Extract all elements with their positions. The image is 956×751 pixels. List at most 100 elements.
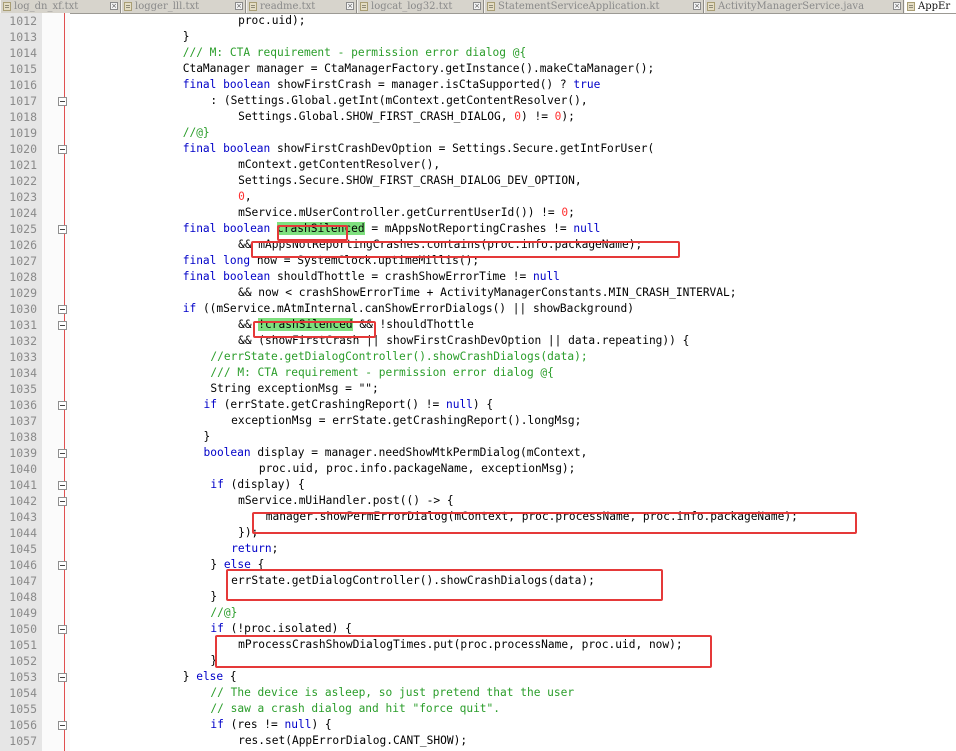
line-number: 1054 <box>9 686 37 700</box>
code-token: showFirstCrashDevOption = Settings.Secur… <box>270 142 655 155</box>
fold-collapse-icon[interactable] <box>58 561 67 570</box>
line-number: 1016 <box>9 78 37 92</box>
fold-collapse-icon[interactable] <box>58 401 67 410</box>
document-icon <box>360 2 368 11</box>
code-token: ); <box>561 110 575 123</box>
red-annotation-box <box>215 635 712 668</box>
line-number: 1053 <box>9 670 37 684</box>
code-line[interactable]: 1019 //@} <box>0 125 956 141</box>
code-line[interactable]: 1057 res.set(AppErrorDialog.CANT_SHOW); <box>0 733 956 749</box>
code-line[interactable]: 1022 Settings.Secure.SHOW_FIRST_CRASH_DIA… <box>0 173 956 189</box>
code-line[interactable]: 1015 CtaManager manager = CtaManagerFacto… <box>0 61 956 77</box>
code-line[interactable]: 1016 final boolean showFirstCrash = manag… <box>0 77 956 93</box>
fold-collapse-icon[interactable] <box>58 625 67 634</box>
line-number: 1018 <box>9 110 37 124</box>
code-line[interactable]: 1053} else { <box>0 669 956 685</box>
fold-collapse-icon[interactable] <box>58 497 67 506</box>
code-line[interactable]: 1028 final boolean shouldThottle = crashS… <box>0 269 956 285</box>
fold-collapse-icon[interactable] <box>58 321 67 330</box>
close-icon[interactable]: × <box>110 2 118 10</box>
tab-logcat-log32-txt[interactable]: logcat_log32.txt × <box>357 0 484 13</box>
code-line[interactable]: 1012 proc.uid); <box>0 13 956 29</box>
code-line[interactable]: 1025 final boolean crashSilenced = mAppsN… <box>0 221 956 237</box>
fold-collapse-icon[interactable] <box>58 97 67 106</box>
fold-collapse-icon[interactable] <box>58 481 67 490</box>
tab-logger-lll-txt[interactable]: logger_lll.txt × <box>121 0 246 13</box>
code-text: return; <box>231 541 278 557</box>
keyword: if <box>210 718 224 731</box>
close-icon[interactable]: × <box>693 2 701 10</box>
fold-collapse-icon[interactable] <box>58 721 67 730</box>
number-literal: 0 <box>238 190 245 203</box>
code-line[interactable]: 1017: (Settings.Global.getInt(mContext.g… <box>0 93 956 109</box>
comment: // saw a crash dialog and hit "force qui… <box>210 702 501 715</box>
code-line[interactable]: 1038} <box>0 429 956 445</box>
code-token: proc.uid); <box>238 14 306 27</box>
code-token: } <box>210 590 218 603</box>
code-line[interactable]: 1029 && now < crashShowErrorTime + Activi… <box>0 285 956 301</box>
code-line[interactable]: 1054 // The device is asleep, so just pre… <box>0 685 956 701</box>
code-line[interactable]: 1042 mService.mUiHandler.post(() -> { <box>0 493 956 509</box>
code-line[interactable]: 1023 0, <box>0 189 956 205</box>
code-text: proc.uid); <box>238 13 305 29</box>
code-line[interactable]: 1045 return; <box>0 541 956 557</box>
close-icon[interactable]: × <box>893 2 901 10</box>
tab-label: StatementServiceApplication.kt <box>498 1 660 12</box>
tab-activitymanagerservice-java[interactable]: ActivityManagerService.java × <box>704 0 904 13</box>
code-line[interactable]: 1037 exceptionMsg = errState.getCrashingR… <box>0 413 956 429</box>
keyword: final long <box>182 254 251 267</box>
line-number: 1046 <box>9 558 37 572</box>
code-text: } <box>183 29 190 45</box>
code-text: Settings.Secure.SHOW_FIRST_CRASH_DIALOG_… <box>238 173 582 189</box>
line-number: 1049 <box>9 606 37 620</box>
tab-statementserviceapplication-kt[interactable]: StatementServiceApplication.kt × <box>484 0 704 13</box>
code-line[interactable]: 1049 //@} <box>0 605 956 621</box>
code-line[interactable]: 1033 //errState.getDialogController().sho… <box>0 349 956 365</box>
document-icon <box>707 2 715 11</box>
close-icon[interactable]: × <box>346 2 354 10</box>
line-number: 1027 <box>9 254 37 268</box>
fold-collapse-icon[interactable] <box>58 305 67 314</box>
tab-readme-txt[interactable]: readme.txt × <box>246 0 357 13</box>
code-line[interactable]: 1021 mContext.getContentResolver(), <box>0 157 956 173</box>
line-number: 1033 <box>9 350 37 364</box>
tab-bar: log_dn_xf.txt × logger_lll.txt × readme.txt ×… <box>0 0 956 14</box>
code-line[interactable]: 1031 && !crashSilenced && !shouldThottle <box>0 317 956 333</box>
fold-collapse-icon[interactable] <box>58 225 67 234</box>
code-line[interactable]: 1020 final boolean showFirstCrashDevOptio… <box>0 141 956 157</box>
code-line[interactable]: 1040 proc.uid, proc.info.packageName, exc… <box>0 461 956 477</box>
line-number: 1045 <box>9 542 37 556</box>
code-token: res.set(AppErrorDialog.CANT_SHOW); <box>238 734 468 747</box>
code-text: } <box>203 429 210 445</box>
fold-collapse-icon[interactable] <box>58 449 67 458</box>
code-line[interactable]: 1055 // saw a crash dialog and hit "force… <box>0 701 956 717</box>
code-line[interactable]: 1041 if (display) { <box>0 477 956 493</box>
close-icon[interactable]: × <box>235 2 243 10</box>
code-line[interactable]: 1032 && (showFirstCrash || showFirstCrash… <box>0 333 956 349</box>
code-line[interactable]: 1018 Settings.Global.SHOW_FIRST_CRASH_DIA… <box>0 109 956 125</box>
code-line[interactable]: 1036 if (errState.getCrashingReport() != … <box>0 397 956 413</box>
code-text: /// M: CTA requirement - permission erro… <box>183 45 527 61</box>
code-token: , <box>244 190 252 203</box>
code-line[interactable]: 1024 mService.mUserController.getCurrentU… <box>0 205 956 221</box>
code-line[interactable]: 1056 if (res != null) { <box>0 717 956 733</box>
line-number: 1023 <box>9 190 37 204</box>
code-line[interactable]: 1030 if ((mService.mAtmInternal.canShowEr… <box>0 301 956 317</box>
line-number: 1057 <box>9 734 37 748</box>
tab-label: logcat_log32.txt <box>371 1 453 12</box>
close-icon[interactable]: × <box>473 2 481 10</box>
fold-collapse-icon[interactable] <box>58 145 67 154</box>
line-number: 1015 <box>9 62 37 76</box>
code-token: ) { <box>472 398 494 411</box>
code-line[interactable]: 1034 /// M: CTA requirement - permission … <box>0 365 956 381</box>
code-line[interactable]: 1035 String exceptionMsg = ""; <box>0 381 956 397</box>
code-line[interactable]: 1039 boolean display = manager.needShowMt… <box>0 445 956 461</box>
line-number: 1032 <box>9 334 37 348</box>
tab-log-dn-xf-txt[interactable]: log_dn_xf.txt × <box>0 0 121 13</box>
code-line[interactable]: 1014 /// M: CTA requirement - permission … <box>0 45 956 61</box>
tab-label: readme.txt <box>260 1 316 12</box>
fold-collapse-icon[interactable] <box>58 673 67 682</box>
tab-apper[interactable]: AppEr <box>904 0 956 13</box>
code-line[interactable]: 1013} <box>0 29 956 45</box>
code-text: boolean display = manager.needShowMtkPer… <box>203 445 587 461</box>
